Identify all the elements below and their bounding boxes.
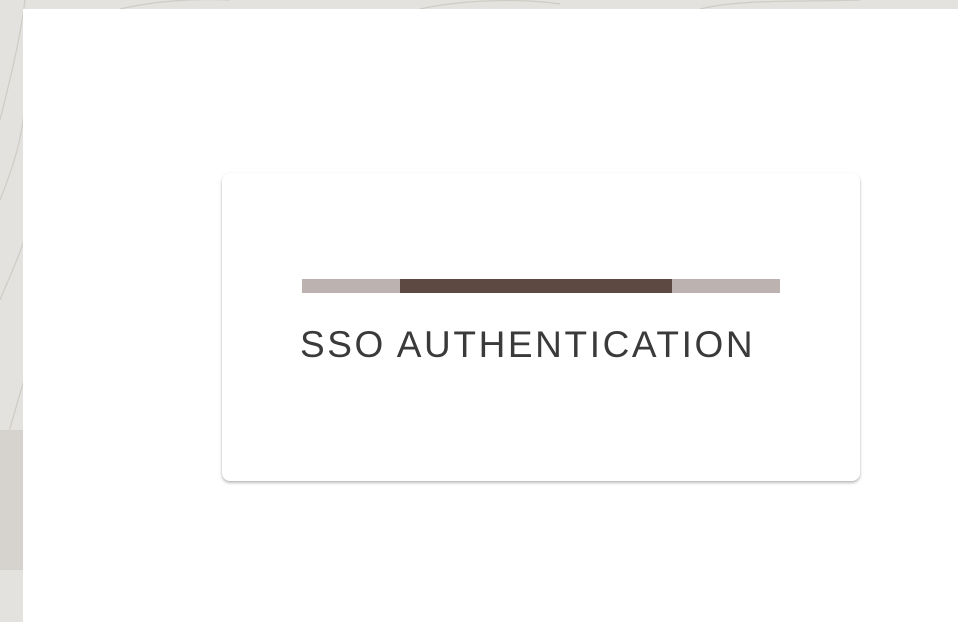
progress-bar <box>302 279 780 293</box>
status-text: SSO AUTHENTICATION <box>300 324 756 365</box>
loading-card: SSO AUTHENTICATION <box>222 173 860 481</box>
page-surface: SSO AUTHENTICATION <box>23 9 958 622</box>
progress-bar-fill <box>399 279 673 293</box>
